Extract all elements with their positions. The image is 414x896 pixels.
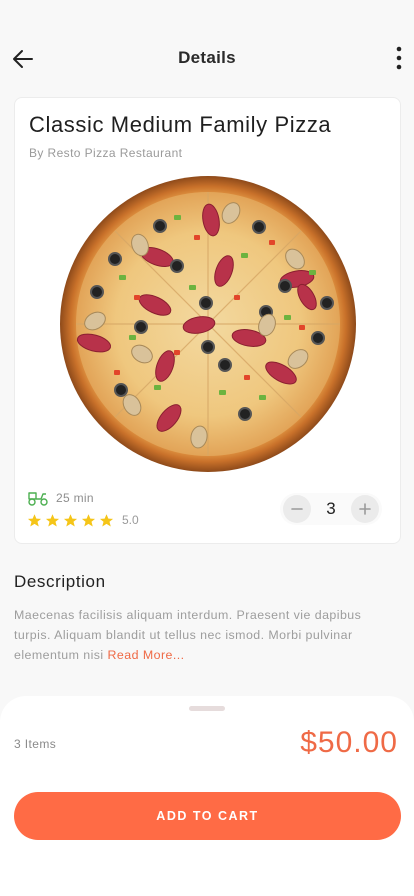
star-icon — [63, 513, 78, 526]
items-count: 3 Items — [14, 737, 57, 751]
delivery-time: 25 min — [27, 489, 94, 507]
delivery-time-text: 25 min — [56, 491, 94, 505]
restaurant-name: By Resto Pizza Restaurant — [29, 146, 183, 160]
rating-value: 5.0 — [122, 513, 139, 527]
rating: 5.0 — [27, 512, 139, 528]
product-card: Classic Medium Family Pizza By Resto Piz… — [14, 97, 401, 544]
page-title: Details — [178, 48, 236, 67]
star-icon — [81, 513, 96, 526]
scooter-icon — [28, 492, 48, 506]
description-body: Maecenas facilisis aliquam interdum. Pra… — [14, 608, 362, 662]
read-more-link[interactable]: Read More... — [108, 648, 185, 662]
star-icon — [99, 513, 114, 526]
increase-quantity-button[interactable] — [351, 495, 379, 523]
cart-summary-sheet: 3 Items $50.00 ADD TO CART — [0, 696, 414, 896]
sheet-handle[interactable] — [189, 706, 225, 711]
total-price: $50.00 — [300, 726, 398, 759]
product-name: Classic Medium Family Pizza — [29, 112, 332, 137]
add-to-cart-button[interactable]: ADD TO CART — [14, 792, 401, 840]
description-text: Maecenas facilisis aliquam interdum. Pra… — [14, 605, 402, 665]
top-bar: Details — [0, 36, 414, 80]
description-heading: Description — [14, 572, 106, 591]
quantity-stepper: 3 — [280, 493, 382, 525]
pizza-image — [59, 175, 357, 473]
star-icon — [27, 513, 42, 526]
plus-icon — [359, 503, 371, 515]
star-icon — [45, 513, 60, 526]
more-options-button[interactable] — [392, 45, 406, 71]
more-vertical-icon — [396, 46, 402, 70]
